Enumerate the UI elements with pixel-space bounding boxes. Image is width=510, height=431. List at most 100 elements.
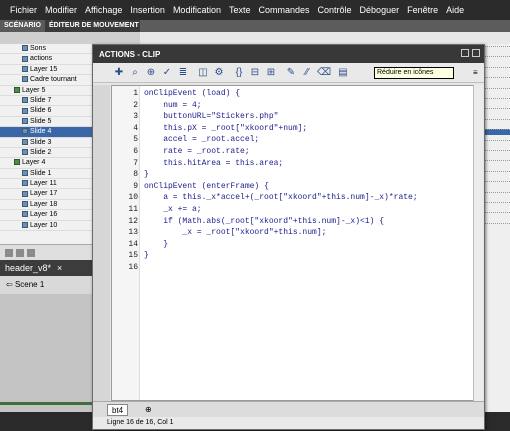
menu-0[interactable]: Fichier	[0, 5, 41, 15]
frame-row[interactable]	[485, 181, 510, 187]
new-layer-icon[interactable]	[5, 248, 13, 257]
document-tab[interactable]: header_v8* ×	[0, 260, 92, 276]
code-line[interactable]: a = this._x*accel+(_root["xkoord"+this.n…	[144, 193, 417, 202]
collapse-icon[interactable]	[461, 49, 469, 57]
close-icon[interactable]: ×	[57, 263, 62, 273]
menu-4[interactable]: Modification	[169, 5, 225, 15]
frame-row[interactable]	[485, 150, 510, 156]
code-line[interactable]: this.hitArea = this.area;	[144, 159, 283, 168]
check-syntax-icon[interactable]: ✓	[161, 67, 173, 79]
layer-row[interactable]: Slide 5	[0, 117, 92, 128]
layer-row[interactable]: Slide 7	[0, 96, 92, 107]
code-line[interactable]: }	[144, 240, 168, 249]
debug-options-icon[interactable]: ⚙	[213, 67, 225, 79]
layer-row[interactable]: Layer 4	[0, 158, 92, 169]
code-line[interactable]: onClipEvent (enterFrame) {	[144, 182, 269, 191]
actions-toolbox-rail[interactable]	[93, 85, 110, 401]
menu-2[interactable]: Affichage	[81, 5, 126, 15]
layer-row[interactable]: Slide 4	[0, 127, 92, 138]
code-hint-icon[interactable]: ◫	[197, 67, 209, 79]
find-icon[interactable]: ⌕	[129, 67, 141, 79]
code-line[interactable]: _x += a;	[144, 205, 201, 214]
frame-row[interactable]	[485, 191, 510, 198]
code-line[interactable]: }	[144, 251, 149, 260]
script-editor[interactable]: 1 2 3 4 5 6 7 8 9 10 11 12 13 14 15 16 onClipEvent (loa…	[111, 85, 483, 401]
timeline-frames-strip[interactable]	[485, 44, 510, 412]
code-line[interactable]: }	[144, 170, 149, 179]
frame-row[interactable]	[485, 222, 510, 229]
add-item-icon[interactable]: ✚	[113, 67, 125, 79]
script-tab-bt4[interactable]: bt4	[107, 404, 129, 416]
menu-10[interactable]: Aide	[442, 5, 468, 15]
menu-7[interactable]: Contrôle	[314, 5, 356, 15]
layer-label: Layer 10	[30, 221, 58, 229]
tab-motion-editor[interactable]: ÉDITEUR DE MOUVEMENT	[45, 20, 143, 32]
layer-row[interactable]: Layer 5	[0, 86, 92, 96]
trash-icon[interactable]	[27, 248, 35, 257]
layer-label: Slide 7	[30, 96, 52, 104]
frame-row[interactable]	[485, 98, 510, 104]
collapse-selection-icon[interactable]: ⊟	[249, 67, 261, 79]
code-line[interactable]: accel = _root.accel;	[144, 135, 259, 144]
layer-icon	[22, 76, 28, 83]
code-line[interactable]: this.pX = _root["xkoord"+num];	[144, 124, 307, 133]
auto-format-icon[interactable]: ≣	[177, 67, 189, 79]
frame-row[interactable]	[485, 77, 510, 83]
frame-row[interactable]	[485, 212, 510, 218]
layer-row[interactable]: Layer 15	[0, 65, 92, 76]
comment-line-icon[interactable]: ⁄⁄	[301, 67, 313, 79]
show-toolbox-icon[interactable]: ▤	[337, 67, 349, 79]
code-line[interactable]: if (Math.abs(_root["xkoord"+this.num]-_x…	[144, 217, 384, 226]
uncomment-icon[interactable]: ⌫	[317, 67, 331, 79]
layer-label: Layer 5	[22, 86, 46, 94]
code-line[interactable]: _x = _root["xkoord"+this.num];	[144, 228, 326, 237]
code-line[interactable]: num = 4;	[144, 101, 201, 110]
frame-row[interactable]	[485, 108, 510, 114]
layer-row[interactable]: Layer 17	[0, 189, 92, 200]
frame-row[interactable]	[485, 66, 510, 73]
vertical-scrollbar[interactable]	[473, 85, 483, 401]
menu-3[interactable]: Insertion	[126, 5, 169, 15]
code-line[interactable]: buttonURL="Stickers.php"	[144, 112, 278, 121]
code-line[interactable]: rate = _root.rate;	[144, 147, 249, 156]
layer-row[interactable]: Slide 3	[0, 138, 92, 148]
frame-ruler[interactable]	[140, 32, 510, 44]
frame-row[interactable]	[485, 56, 510, 62]
layer-row[interactable]: actions	[0, 54, 92, 65]
frame-row[interactable]	[485, 87, 510, 94]
close-panel-icon[interactable]	[472, 49, 480, 57]
layer-row[interactable]: Slide 1	[0, 169, 92, 180]
comment-block-icon[interactable]: ✎	[285, 67, 297, 79]
frame-row[interactable]	[485, 160, 510, 166]
layer-row[interactable]: Sons	[0, 44, 92, 55]
frame-row[interactable]	[485, 46, 510, 52]
collapse-braces-icon[interactable]: {}	[233, 67, 245, 79]
layer-row[interactable]: Layer 11	[0, 179, 92, 190]
frame-row[interactable]	[485, 118, 510, 125]
code-line[interactable]: onClipEvent (load) {	[144, 89, 240, 98]
target-icon[interactable]: ⊕	[145, 67, 157, 79]
new-folder-icon[interactable]	[16, 248, 24, 257]
layer-label: Layer 4	[22, 159, 46, 167]
layer-row[interactable]: Layer 10	[0, 221, 92, 232]
pin-icon[interactable]: ⊕	[145, 405, 152, 414]
frame-row[interactable]	[485, 202, 510, 208]
menu-6[interactable]: Commandes	[254, 5, 313, 15]
frame-row[interactable]	[485, 139, 510, 146]
menu-9[interactable]: Fenêtre	[403, 5, 442, 15]
frame-row[interactable]	[485, 129, 510, 136]
scene-label[interactable]: Scene 1	[15, 280, 44, 289]
layer-row[interactable]: Layer 16	[0, 210, 92, 221]
menu-1[interactable]: Modifier	[41, 5, 81, 15]
layer-row[interactable]: Slide 2	[0, 148, 92, 159]
menu-5[interactable]: Texte	[225, 5, 255, 15]
layer-row[interactable]: Cadre tournant	[0, 75, 92, 86]
tab-scenario[interactable]: SCÉNARIO	[0, 20, 45, 32]
menu-8[interactable]: Déboguer	[356, 5, 404, 15]
layer-label: Layer 16	[30, 211, 58, 219]
expand-all-icon[interactable]: ⊞	[265, 67, 277, 79]
panel-menu-icon[interactable]: ≡	[473, 69, 481, 77]
layer-row[interactable]: Slide 6	[0, 106, 92, 117]
frame-row[interactable]	[485, 170, 510, 177]
layer-row[interactable]: Layer 18	[0, 200, 92, 211]
